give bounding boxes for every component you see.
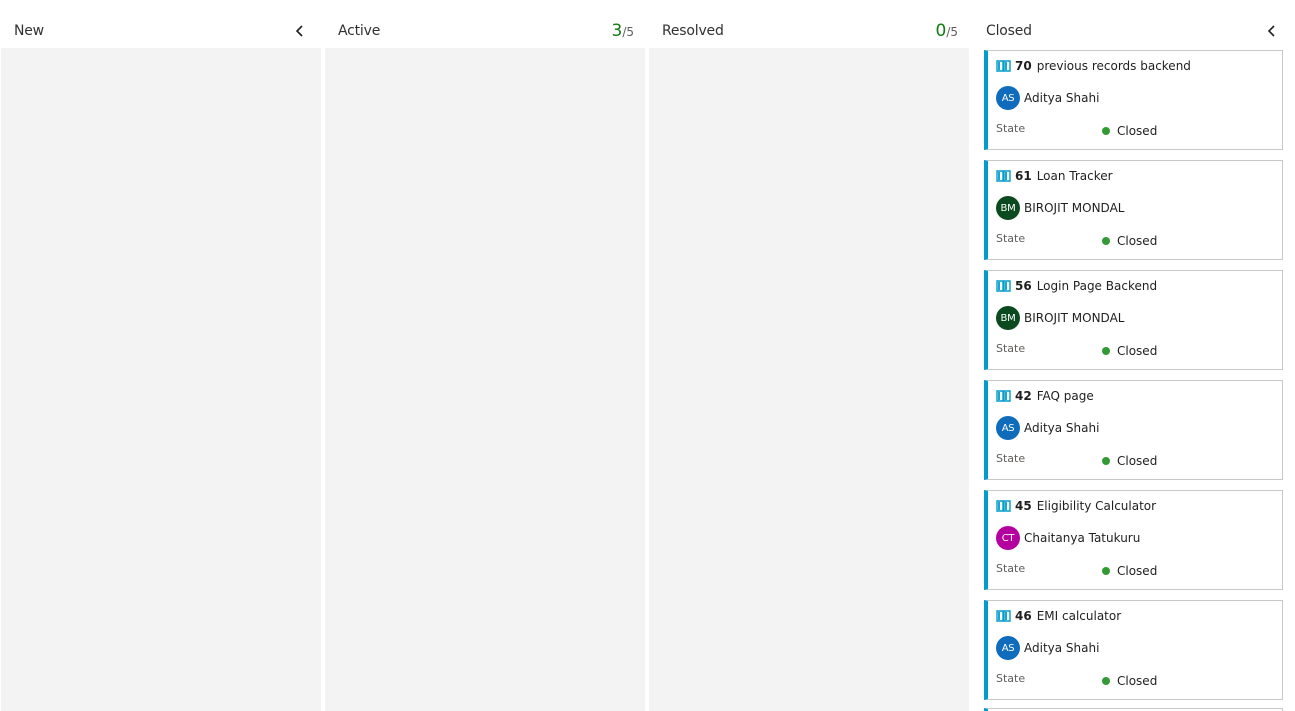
card-title-row: 46 EMI calculator bbox=[996, 609, 1121, 623]
work-item-card[interactable]: 56 Login Page Backend BM BIROJIT MONDAL Stat… bbox=[984, 270, 1283, 370]
work-item-card[interactable]: 70 previous records backend AS Aditya Shahi… bbox=[984, 50, 1283, 150]
state-field-label: State bbox=[996, 562, 1026, 575]
state-value: Closed bbox=[1117, 454, 1158, 468]
state-value: Closed bbox=[1117, 234, 1158, 248]
work-item-id: 46 bbox=[1015, 609, 1032, 623]
state-dot-icon bbox=[1102, 567, 1110, 575]
assignee-name[interactable]: Chaitanya Tatukuru bbox=[1024, 531, 1140, 545]
work-item-title[interactable]: Eligibility Calculator bbox=[1037, 499, 1156, 513]
wip-count-active: 3 bbox=[611, 21, 623, 41]
work-item-title[interactable]: FAQ page bbox=[1037, 389, 1094, 403]
state-field-value[interactable]: Closed bbox=[1102, 564, 1157, 578]
state-value: Closed bbox=[1117, 124, 1158, 138]
state-field-label: State bbox=[996, 232, 1026, 245]
avatar: BM bbox=[996, 306, 1020, 330]
wip-count-resolved: 0 bbox=[935, 21, 947, 41]
state-value: Closed bbox=[1117, 344, 1158, 358]
wip-max-active: /5 bbox=[622, 25, 634, 39]
column-header-resolved: Resolved 0/5 bbox=[662, 14, 958, 48]
card-title-row: 45 Eligibility Calculator bbox=[996, 499, 1156, 513]
column-title-new: New bbox=[14, 23, 44, 39]
card-title-row: 56 Login Page Backend bbox=[996, 279, 1157, 293]
state-field-label: State bbox=[996, 672, 1026, 685]
card-assignee-row: BM BIROJIT MONDAL bbox=[996, 306, 1124, 330]
card-title-row: 42 FAQ page bbox=[996, 389, 1094, 403]
column-title-active: Active bbox=[338, 23, 381, 39]
kanban-board: New Active 3/5 Resolved 0/5 Closed 70 pre… bbox=[0, 0, 1295, 711]
state-value: Closed bbox=[1117, 564, 1158, 578]
state-field-label: State bbox=[996, 342, 1026, 355]
card-assignee-row: CT Chaitanya Tatukuru bbox=[996, 526, 1140, 550]
card-title-row: 70 previous records backend bbox=[996, 59, 1191, 73]
card-assignee-row: AS Aditya Shahi bbox=[996, 86, 1099, 110]
state-dot-icon bbox=[1102, 457, 1110, 465]
column-header-active: Active 3/5 bbox=[338, 14, 634, 48]
card-title-row: 61 Loan Tracker bbox=[996, 169, 1113, 183]
work-item-id: 61 bbox=[1015, 169, 1032, 183]
work-item-title[interactable]: previous records backend bbox=[1037, 59, 1191, 73]
avatar: AS bbox=[996, 416, 1020, 440]
wip-limit-active: 3/5 bbox=[611, 21, 634, 41]
book-icon bbox=[996, 59, 1011, 73]
state-field-value[interactable]: Closed bbox=[1102, 234, 1157, 248]
column-body-resolved[interactable] bbox=[649, 48, 969, 711]
work-item-card[interactable]: 45 Eligibility Calculator CT Chaitanya Tatu… bbox=[984, 490, 1283, 590]
avatar: AS bbox=[996, 636, 1020, 660]
state-field-value[interactable]: Closed bbox=[1102, 124, 1157, 138]
work-item-id: 56 bbox=[1015, 279, 1032, 293]
assignee-name[interactable]: Aditya Shahi bbox=[1024, 421, 1099, 435]
book-icon bbox=[996, 499, 1011, 513]
work-item-id: 45 bbox=[1015, 499, 1032, 513]
collapse-closed-chevron-left-icon[interactable] bbox=[1264, 23, 1280, 39]
card-assignee-row: AS Aditya Shahi bbox=[996, 636, 1099, 660]
work-item-title[interactable]: EMI calculator bbox=[1037, 609, 1121, 623]
state-field-value[interactable]: Closed bbox=[1102, 344, 1157, 358]
work-item-id: 42 bbox=[1015, 389, 1032, 403]
column-title-resolved: Resolved bbox=[662, 23, 724, 39]
column-body-active[interactable] bbox=[325, 48, 645, 711]
column-header-closed: Closed bbox=[986, 14, 1280, 48]
assignee-name[interactable]: Aditya Shahi bbox=[1024, 641, 1099, 655]
column-body-closed[interactable]: 70 previous records backend AS Aditya Shahi… bbox=[976, 48, 1295, 711]
avatar: AS bbox=[996, 86, 1020, 110]
column-header-new: New bbox=[14, 14, 308, 48]
work-item-title[interactable]: Loan Tracker bbox=[1037, 169, 1113, 183]
work-item-card[interactable]: 42 FAQ page AS Aditya Shahi State Closed bbox=[984, 380, 1283, 480]
card-assignee-row: BM BIROJIT MONDAL bbox=[996, 196, 1124, 220]
assignee-name[interactable]: Aditya Shahi bbox=[1024, 91, 1099, 105]
state-field-label: State bbox=[996, 452, 1026, 465]
state-value: Closed bbox=[1117, 674, 1158, 688]
state-dot-icon bbox=[1102, 237, 1110, 245]
book-icon bbox=[996, 169, 1011, 183]
state-field-label: State bbox=[996, 122, 1026, 135]
card-assignee-row: AS Aditya Shahi bbox=[996, 416, 1099, 440]
book-icon bbox=[996, 279, 1011, 293]
column-body-new[interactable] bbox=[1, 48, 321, 711]
wip-max-resolved: /5 bbox=[946, 25, 958, 39]
state-field-value[interactable]: Closed bbox=[1102, 674, 1157, 688]
state-field-value[interactable]: Closed bbox=[1102, 454, 1157, 468]
work-item-id: 70 bbox=[1015, 59, 1032, 73]
book-icon bbox=[996, 389, 1011, 403]
column-title-closed: Closed bbox=[986, 23, 1032, 39]
avatar: BM bbox=[996, 196, 1020, 220]
assignee-name[interactable]: BIROJIT MONDAL bbox=[1024, 311, 1124, 325]
work-item-card[interactable]: 61 Loan Tracker BM BIROJIT MONDAL State Close… bbox=[984, 160, 1283, 260]
avatar: CT bbox=[996, 526, 1020, 550]
work-item-title[interactable]: Login Page Backend bbox=[1037, 279, 1157, 293]
state-dot-icon bbox=[1102, 677, 1110, 685]
wip-limit-resolved: 0/5 bbox=[935, 21, 958, 41]
collapse-new-chevron-left-icon[interactable] bbox=[292, 23, 308, 39]
book-icon bbox=[996, 609, 1011, 623]
state-dot-icon bbox=[1102, 347, 1110, 355]
work-item-card[interactable]: 46 EMI calculator AS Aditya Shahi State Close… bbox=[984, 600, 1283, 700]
state-dot-icon bbox=[1102, 127, 1110, 135]
assignee-name[interactable]: BIROJIT MONDAL bbox=[1024, 201, 1124, 215]
